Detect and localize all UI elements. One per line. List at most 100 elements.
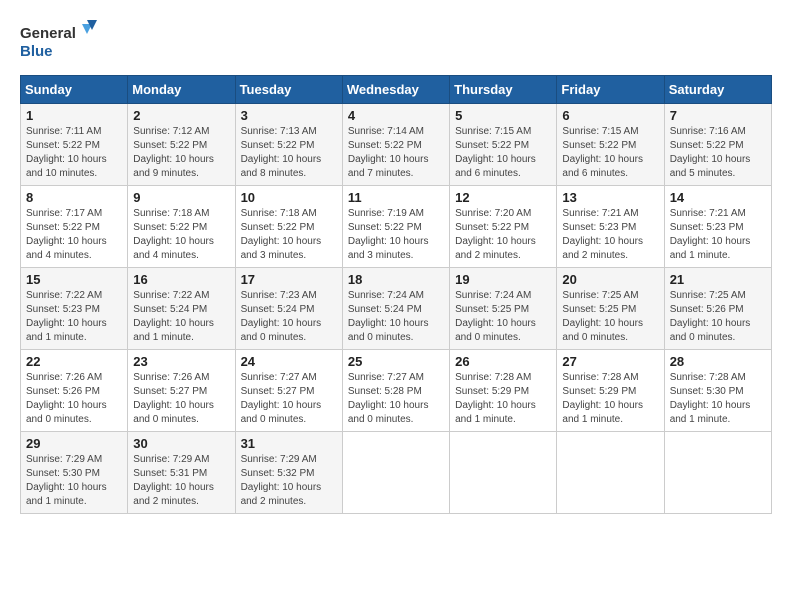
calendar-body: 1Sunrise: 7:11 AMSunset: 5:22 PMDaylight… bbox=[21, 104, 772, 514]
calendar-cell: 16Sunrise: 7:22 AMSunset: 5:24 PMDayligh… bbox=[128, 268, 235, 350]
calendar-cell: 12Sunrise: 7:20 AMSunset: 5:22 PMDayligh… bbox=[450, 186, 557, 268]
day-info: Sunrise: 7:13 AMSunset: 5:22 PMDaylight:… bbox=[241, 125, 337, 181]
day-info: Sunrise: 7:15 AMSunset: 5:22 PMDaylight:… bbox=[562, 125, 658, 181]
day-number: 31 bbox=[241, 436, 337, 451]
day-number: 24 bbox=[241, 354, 337, 369]
day-info: Sunrise: 7:14 AMSunset: 5:22 PMDaylight:… bbox=[348, 125, 444, 181]
day-number: 9 bbox=[133, 190, 229, 205]
day-number: 15 bbox=[26, 272, 122, 287]
day-info: Sunrise: 7:12 AMSunset: 5:22 PMDaylight:… bbox=[133, 125, 229, 181]
calendar-cell: 21 Sunrise: 7:25 AMSunset: 5:26 PMDayligh… bbox=[664, 268, 771, 350]
day-number: 5 bbox=[455, 108, 551, 123]
calendar-cell: 22Sunrise: 7:26 AMSunset: 5:26 PMDayligh… bbox=[21, 350, 128, 432]
day-info: Sunrise: 7:28 AMSunset: 5:30 PMDaylight:… bbox=[670, 371, 766, 427]
day-number: 27 bbox=[562, 354, 658, 369]
day-info: Sunrise: 7:24 AMSunset: 5:24 PMDaylight:… bbox=[348, 289, 444, 345]
calendar-cell: 4 Sunrise: 7:14 AMSunset: 5:22 PMDaylight… bbox=[342, 104, 449, 186]
day-info: Sunrise: 7:23 AMSunset: 5:24 PMDaylight:… bbox=[241, 289, 337, 345]
day-info: Sunrise: 7:18 AMSunset: 5:22 PMDaylight:… bbox=[241, 207, 337, 263]
weekday-header: Saturday bbox=[664, 76, 771, 104]
calendar-cell: 7Sunrise: 7:16 AMSunset: 5:22 PMDaylight… bbox=[664, 104, 771, 186]
calendar-week-row: 8Sunrise: 7:17 AMSunset: 5:22 PMDaylight… bbox=[21, 186, 772, 268]
day-number: 28 bbox=[670, 354, 766, 369]
day-number: 26 bbox=[455, 354, 551, 369]
day-info: Sunrise: 7:24 AMSunset: 5:25 PMDaylight:… bbox=[455, 289, 551, 345]
calendar-cell: 3 Sunrise: 7:13 AMSunset: 5:22 PMDaylight… bbox=[235, 104, 342, 186]
weekday-header: Sunday bbox=[21, 76, 128, 104]
calendar-cell: 30 Sunrise: 7:29 AMSunset: 5:31 PMDayligh… bbox=[128, 432, 235, 514]
day-info: Sunrise: 7:28 AMSunset: 5:29 PMDaylight:… bbox=[562, 371, 658, 427]
weekday-header: Tuesday bbox=[235, 76, 342, 104]
calendar-cell: 28 Sunrise: 7:28 AMSunset: 5:30 PMDayligh… bbox=[664, 350, 771, 432]
day-info: Sunrise: 7:21 AMSunset: 5:23 PMDaylight:… bbox=[670, 207, 766, 263]
day-number: 16 bbox=[133, 272, 229, 287]
day-number: 29 bbox=[26, 436, 122, 451]
day-info: Sunrise: 7:25 AMSunset: 5:26 PMDaylight:… bbox=[670, 289, 766, 345]
calendar-cell: 31 Sunrise: 7:29 AMSunset: 5:32 PMDayligh… bbox=[235, 432, 342, 514]
day-info: Sunrise: 7:11 AMSunset: 5:22 PMDaylight:… bbox=[26, 125, 122, 181]
day-number: 22 bbox=[26, 354, 122, 369]
day-number: 3 bbox=[241, 108, 337, 123]
calendar-cell bbox=[557, 432, 664, 514]
calendar-cell: 9 Sunrise: 7:18 AMSunset: 5:22 PMDaylight… bbox=[128, 186, 235, 268]
page-header: General Blue bbox=[20, 20, 772, 65]
day-info: Sunrise: 7:18 AMSunset: 5:22 PMDaylight:… bbox=[133, 207, 229, 263]
calendar-cell: 27 Sunrise: 7:28 AMSunset: 5:29 PMDayligh… bbox=[557, 350, 664, 432]
calendar-week-row: 15Sunrise: 7:22 AMSunset: 5:23 PMDayligh… bbox=[21, 268, 772, 350]
day-number: 23 bbox=[133, 354, 229, 369]
svg-text:General: General bbox=[20, 25, 76, 42]
calendar-cell: 13 Sunrise: 7:21 AMSunset: 5:23 PMDayligh… bbox=[557, 186, 664, 268]
calendar-cell: 10 Sunrise: 7:18 AMSunset: 5:22 PMDayligh… bbox=[235, 186, 342, 268]
day-number: 8 bbox=[26, 190, 122, 205]
day-info: Sunrise: 7:29 AMSunset: 5:32 PMDaylight:… bbox=[241, 453, 337, 509]
weekday-header: Friday bbox=[557, 76, 664, 104]
calendar-cell: 14 Sunrise: 7:21 AMSunset: 5:23 PMDayligh… bbox=[664, 186, 771, 268]
calendar-cell: 19Sunrise: 7:24 AMSunset: 5:25 PMDayligh… bbox=[450, 268, 557, 350]
calendar-cell: 8Sunrise: 7:17 AMSunset: 5:22 PMDaylight… bbox=[21, 186, 128, 268]
calendar-cell bbox=[664, 432, 771, 514]
calendar-cell: 17 Sunrise: 7:23 AMSunset: 5:24 PMDayligh… bbox=[235, 268, 342, 350]
day-info: Sunrise: 7:29 AMSunset: 5:31 PMDaylight:… bbox=[133, 453, 229, 509]
day-number: 4 bbox=[348, 108, 444, 123]
day-number: 18 bbox=[348, 272, 444, 287]
day-number: 20 bbox=[562, 272, 658, 287]
calendar-cell: 26 Sunrise: 7:28 AMSunset: 5:29 PMDayligh… bbox=[450, 350, 557, 432]
day-info: Sunrise: 7:21 AMSunset: 5:23 PMDaylight:… bbox=[562, 207, 658, 263]
weekday-header: Thursday bbox=[450, 76, 557, 104]
calendar-cell bbox=[450, 432, 557, 514]
weekday-header: Monday bbox=[128, 76, 235, 104]
day-number: 12 bbox=[455, 190, 551, 205]
day-info: Sunrise: 7:26 AMSunset: 5:27 PMDaylight:… bbox=[133, 371, 229, 427]
day-number: 30 bbox=[133, 436, 229, 451]
calendar-cell: 6 Sunrise: 7:15 AMSunset: 5:22 PMDaylight… bbox=[557, 104, 664, 186]
calendar-cell: 1Sunrise: 7:11 AMSunset: 5:22 PMDaylight… bbox=[21, 104, 128, 186]
calendar-week-row: 1Sunrise: 7:11 AMSunset: 5:22 PMDaylight… bbox=[21, 104, 772, 186]
day-info: Sunrise: 7:27 AMSunset: 5:28 PMDaylight:… bbox=[348, 371, 444, 427]
calendar-cell: 23 Sunrise: 7:26 AMSunset: 5:27 PMDayligh… bbox=[128, 350, 235, 432]
logo-svg: General Blue bbox=[20, 20, 100, 65]
calendar-cell: 18 Sunrise: 7:24 AMSunset: 5:24 PMDayligh… bbox=[342, 268, 449, 350]
calendar-cell: 29 Sunrise: 7:29 AMSunset: 5:30 PMDayligh… bbox=[21, 432, 128, 514]
day-number: 13 bbox=[562, 190, 658, 205]
day-number: 21 bbox=[670, 272, 766, 287]
day-info: Sunrise: 7:15 AMSunset: 5:22 PMDaylight:… bbox=[455, 125, 551, 181]
calendar-cell: 2Sunrise: 7:12 AMSunset: 5:22 PMDaylight… bbox=[128, 104, 235, 186]
calendar-cell: 20Sunrise: 7:25 AMSunset: 5:25 PMDayligh… bbox=[557, 268, 664, 350]
day-info: Sunrise: 7:27 AMSunset: 5:27 PMDaylight:… bbox=[241, 371, 337, 427]
calendar-cell: 24 Sunrise: 7:27 AMSunset: 5:27 PMDayligh… bbox=[235, 350, 342, 432]
day-info: Sunrise: 7:16 AMSunset: 5:22 PMDaylight:… bbox=[670, 125, 766, 181]
day-info: Sunrise: 7:19 AMSunset: 5:22 PMDaylight:… bbox=[348, 207, 444, 263]
day-info: Sunrise: 7:29 AMSunset: 5:30 PMDaylight:… bbox=[26, 453, 122, 509]
day-number: 17 bbox=[241, 272, 337, 287]
logo: General Blue bbox=[20, 20, 100, 65]
calendar-cell: 15Sunrise: 7:22 AMSunset: 5:23 PMDayligh… bbox=[21, 268, 128, 350]
calendar-week-row: 22Sunrise: 7:26 AMSunset: 5:26 PMDayligh… bbox=[21, 350, 772, 432]
calendar-table: SundayMondayTuesdayWednesdayThursdayFrid… bbox=[20, 75, 772, 514]
calendar-week-row: 29 Sunrise: 7:29 AMSunset: 5:30 PMDayligh… bbox=[21, 432, 772, 514]
svg-text:Blue: Blue bbox=[20, 43, 53, 60]
day-info: Sunrise: 7:28 AMSunset: 5:29 PMDaylight:… bbox=[455, 371, 551, 427]
day-number: 25 bbox=[348, 354, 444, 369]
day-number: 10 bbox=[241, 190, 337, 205]
day-number: 6 bbox=[562, 108, 658, 123]
day-number: 14 bbox=[670, 190, 766, 205]
